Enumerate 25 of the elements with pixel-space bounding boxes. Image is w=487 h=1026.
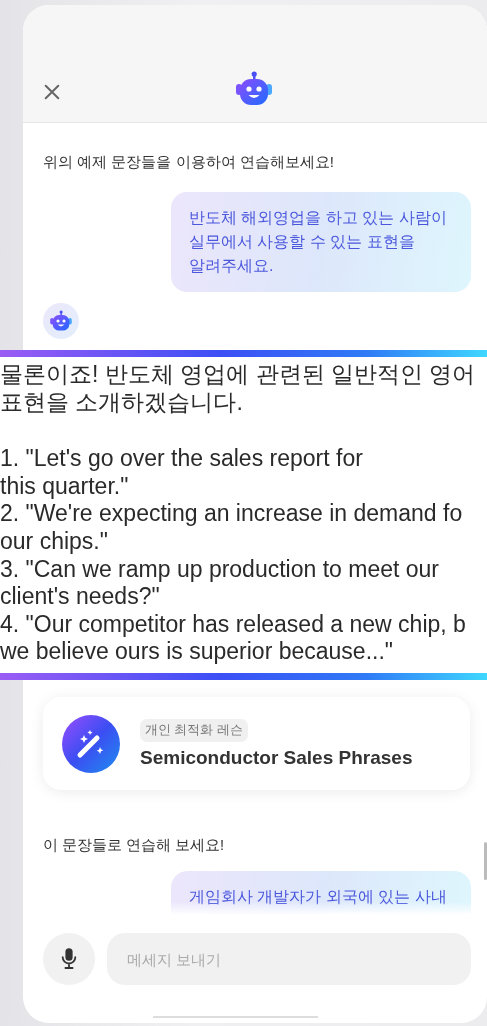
reply-line: 1. "Let's go over the sales report for bbox=[0, 445, 364, 473]
microphone-button[interactable] bbox=[43, 933, 95, 985]
reply-line: 4. "Our competitor has released a new chip, b bbox=[0, 610, 467, 639]
user-message: 게임회사 개발자가 외국에 있는 사내 bbox=[171, 871, 471, 915]
message-input[interactable]: 메세지 보내기 bbox=[107, 933, 471, 985]
reply-line: 3. "Can we ramp up production to meet our bbox=[0, 555, 440, 584]
reply-line: 물론이죠! 반도체 영업에 관련된 일반적인 영어 bbox=[0, 361, 477, 389]
lesson-card[interactable]: 개인 최적화 레슨 Semiconductor Sales Phrases bbox=[43, 697, 470, 790]
magic-wand-icon bbox=[62, 714, 120, 773]
microphone-icon bbox=[60, 947, 78, 971]
lesson-title: Semiconductor Sales Phrases bbox=[140, 746, 413, 769]
reply-line: client's needs?" bbox=[0, 583, 161, 611]
reply-line: 2. "We're expecting an increase in demand fo bbox=[0, 500, 464, 528]
close-icon[interactable] bbox=[43, 83, 61, 101]
lesson-tag: 개인 최적화 레슨 bbox=[140, 718, 248, 742]
bot-message: 이 문장들로 연습해 보세요! bbox=[43, 836, 226, 855]
bot-message: 위의 예제 문장들을 이용하여 연습해보세요! bbox=[43, 153, 335, 172]
robot-icon bbox=[49, 310, 73, 332]
reply-line: 표현을 소개하겠습니다. bbox=[0, 388, 244, 417]
scrollbar bbox=[484, 842, 487, 880]
reply-line: we believe ours is superior because..." bbox=[0, 638, 394, 666]
user-message: 반도체 해외영업을 하고 있는 사람이 실무에서 사용할 수 있는 표현을 알려주세요. bbox=[171, 192, 471, 292]
reply-line: this quarter." bbox=[0, 472, 130, 501]
reply-line: our chips." bbox=[0, 527, 109, 556]
robot-icon bbox=[234, 71, 274, 107]
